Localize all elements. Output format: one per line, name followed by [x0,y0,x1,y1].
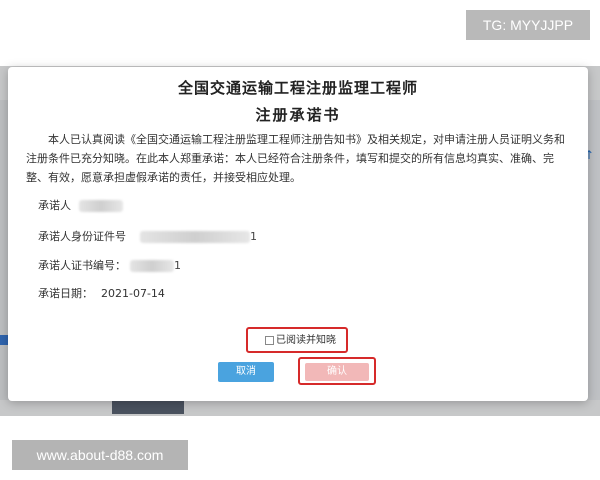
cancel-button[interactable]: 取消 [218,362,274,382]
id-number-field: 承诺人身份证件号 1 [38,229,257,245]
certificate-number-field: 承诺人证书编号： 1 [38,258,181,274]
commitment-statement: 本人已认真阅读《全国交通运输工程注册监理工程师注册告知书》及相关规定，对申请注册… [26,133,565,184]
promisor-field: 承诺人 [38,198,123,214]
agree-checkbox-highlight: 已阅读并知晓 [246,327,348,353]
agree-checkbox-label[interactable]: 已阅读并知晓 [276,334,336,348]
tg-watermark: TG: MYYJJPP [466,10,590,40]
confirm-button-highlight: 确认 [298,357,376,385]
id-number-tail: 1 [250,230,257,243]
commitment-date-field: 承诺日期： 2021-07-14 [38,286,165,302]
commitment-date-value: 2021-07-14 [101,287,165,300]
certificate-number-redacted-value [130,260,174,272]
id-number-label: 承诺人身份证件号 [38,230,126,243]
site-watermark: www.about-d88.com [12,440,188,470]
certificate-number-tail: 1 [174,259,181,272]
id-number-redacted-value [140,231,250,243]
promisor-label: 承诺人 [38,199,71,212]
dialog-subtitle: 注册承诺书 [255,106,341,124]
confirm-button[interactable]: 确认 [305,363,369,381]
commitment-dialog: 全国交通运输工程注册监理工程师 注册承诺书 本人已认真阅读《全国交通运输工程注册… [8,67,588,401]
promisor-redacted-value [79,200,123,212]
dialog-title: 全国交通运输工程注册监理工程师 [177,79,418,97]
agree-checkbox[interactable] [265,336,274,345]
certificate-number-label: 承诺人证书编号： [38,259,126,272]
commitment-date-label: 承诺日期： [38,287,93,300]
